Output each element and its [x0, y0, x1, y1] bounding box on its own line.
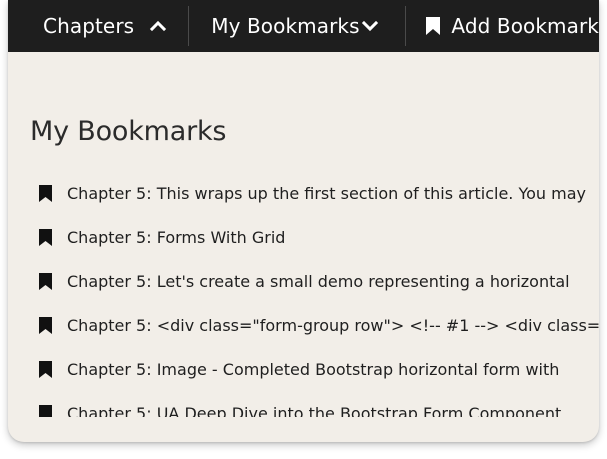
bookmark-icon — [39, 316, 52, 334]
bookmark-icon — [39, 272, 52, 290]
bookmark-item-label: Chapter 5: UA Deep Dive into the Bootstr… — [67, 403, 562, 418]
bookmark-item-label: Chapter 5: Image - Completed Bootstrap h… — [67, 359, 560, 379]
bookmark-item-label: Chapter 5: This wraps up the first secti… — [67, 183, 586, 203]
bookmark-item[interactable]: Chapter 5: Forms With Grid — [8, 215, 599, 259]
bookmark-item-label: Chapter 5: Let's create a small demo rep… — [67, 271, 570, 291]
bookmark-item-label: Chapter 5: <div class="form-group row"> … — [67, 315, 599, 335]
top-toolbar: Chapters My Bookmarks Add Bookmark — [8, 0, 599, 52]
bookmark-icon — [39, 184, 52, 202]
bookmark-item-label: Chapter 5: Forms With Grid — [67, 227, 286, 247]
bookmark-icon — [39, 360, 52, 378]
bookmark-icon — [426, 17, 441, 35]
bookmark-icon — [39, 228, 52, 246]
bookmark-item[interactable]: Chapter 5: Let's create a small demo rep… — [8, 259, 599, 303]
bookmarks-card: Chapters My Bookmarks Add Bookmark My Bo… — [8, 0, 599, 442]
chapters-label: Chapters — [43, 14, 135, 38]
chevron-down-icon — [361, 20, 378, 32]
chapters-button[interactable]: Chapters — [8, 0, 188, 52]
my-bookmarks-button[interactable]: My Bookmarks — [189, 0, 404, 52]
bookmark-item[interactable]: Chapter 5: Image - Completed Bootstrap h… — [8, 347, 599, 391]
bookmark-item[interactable]: Chapter 5: This wraps up the first secti… — [8, 171, 599, 215]
add-bookmark-button[interactable]: Add Bookmark — [405, 0, 599, 52]
bookmark-icon — [39, 404, 52, 417]
bookmark-item[interactable]: Chapter 5: UA Deep Dive into the Bootstr… — [8, 391, 599, 417]
chevron-up-icon — [150, 20, 167, 32]
my-bookmarks-label: My Bookmarks — [211, 14, 360, 38]
add-bookmark-label: Add Bookmark — [451, 14, 599, 38]
panel-title: My Bookmarks — [30, 116, 227, 147]
bookmark-item[interactable]: Chapter 5: <div class="form-group row"> … — [8, 303, 599, 347]
bookmark-list: Chapter 5: This wraps up the first secti… — [8, 171, 599, 417]
